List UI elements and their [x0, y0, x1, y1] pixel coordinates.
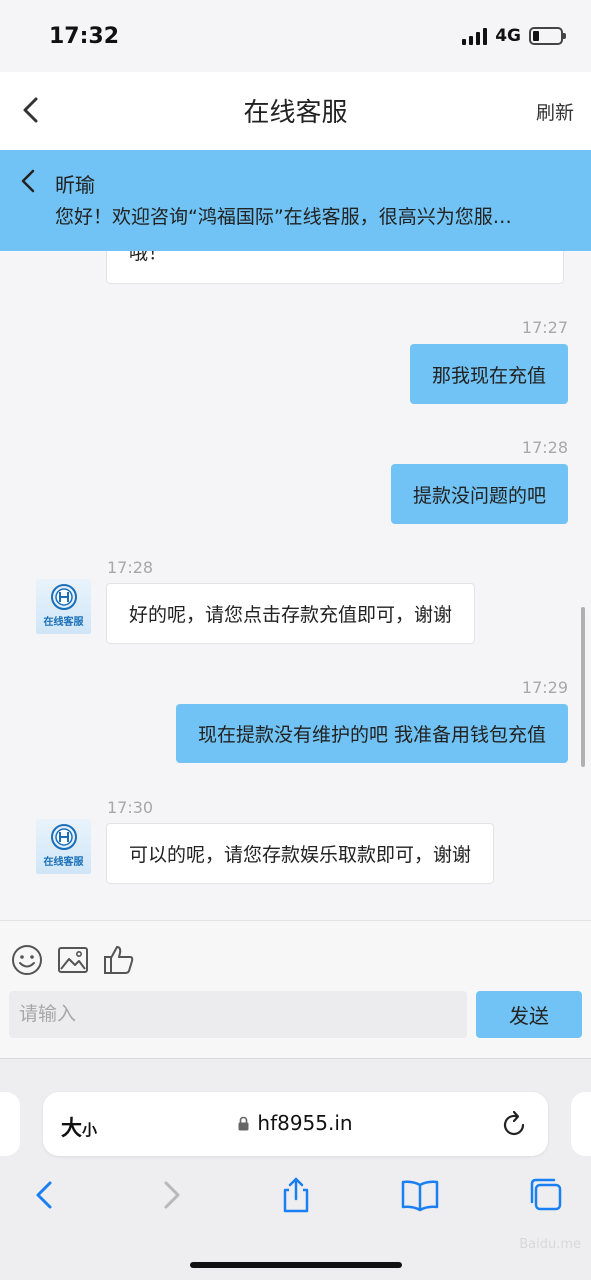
- incoming-message-bubble: 哦！: [106, 251, 564, 284]
- share-icon[interactable]: [276, 1175, 316, 1215]
- message-text: 好的呢，请您点击存款充值即可，谢谢: [129, 604, 453, 626]
- message-timestamp: 17:30: [107, 798, 154, 817]
- app-header: 在线客服 刷新: [0, 72, 591, 150]
- chat-area[interactable]: 哦！ 17:27 那我现在充值 17:28 提款没问题的吧 17:28 在线客服…: [0, 251, 591, 920]
- address-bar[interactable]: 大小 hf8955.in: [43, 1092, 548, 1156]
- message-timestamp: 17:28: [107, 558, 154, 577]
- url-display[interactable]: hf8955.in: [43, 1111, 548, 1135]
- message-text: 哦！: [129, 251, 168, 264]
- agent-avatar: 在线客服: [36, 579, 91, 634]
- message-timestamp: 17:27: [521, 318, 568, 337]
- message-timestamp: 17:29: [521, 678, 568, 697]
- outgoing-message-bubble: 那我现在充值: [409, 344, 568, 404]
- next-tab-preview[interactable]: [571, 1092, 591, 1156]
- previous-tab-preview[interactable]: [0, 1092, 20, 1156]
- thumbs-up-icon[interactable]: [102, 943, 136, 977]
- status-indicators: 4G: [462, 26, 566, 46]
- message-input[interactable]: [9, 991, 467, 1038]
- outgoing-message-bubble: 现在提款没有维护的吧 我准备用钱包充值: [175, 704, 568, 763]
- tabs-icon[interactable]: [526, 1175, 566, 1215]
- bookmarks-icon[interactable]: [400, 1175, 440, 1215]
- refresh-button[interactable]: 刷新: [536, 98, 574, 125]
- notice-banner[interactable]: 昕瑜 您好！欢迎咨询“鸿福国际”在线客服，很高兴为您服…: [0, 150, 591, 251]
- image-icon[interactable]: [56, 943, 90, 977]
- incoming-message-bubble: 好的呢，请您点击存款充值即可，谢谢: [106, 583, 476, 644]
- avatar-label: 在线客服: [43, 617, 84, 628]
- company-logo-icon: [50, 824, 77, 850]
- network-type: 4G: [495, 26, 521, 46]
- reload-icon[interactable]: [502, 1110, 528, 1138]
- avatar-label: 在线客服: [43, 857, 84, 868]
- message-text: 提款没问题的吧: [412, 484, 546, 507]
- message-timestamp: 17:28: [521, 438, 568, 457]
- url-text: hf8955.in: [257, 1111, 353, 1135]
- incoming-message-bubble: 可以的呢，请您存款娱乐取款即可，谢谢: [106, 823, 495, 884]
- outgoing-message-bubble: 提款没问题的吧: [390, 464, 568, 524]
- agent-avatar: 在线客服: [36, 819, 91, 874]
- message-text: 可以的呢，请您存款娱乐取款即可，谢谢: [129, 844, 472, 866]
- page-title: 在线客服: [243, 98, 348, 128]
- browser-toolbar: 大小 hf8955.in Baidu.me: [0, 1058, 591, 1280]
- message-text: 那我现在充值: [431, 364, 546, 387]
- watermark: Baidu.me: [519, 1237, 581, 1252]
- browser-back-icon[interactable]: [24, 1175, 64, 1215]
- chat-scrollbar[interactable]: [581, 607, 585, 767]
- company-logo-icon: [50, 584, 77, 610]
- battery-icon: [529, 27, 566, 45]
- send-button[interactable]: 发送: [476, 991, 582, 1038]
- browser-forward-icon[interactable]: [152, 1175, 192, 1215]
- agent-name: 昕瑜: [55, 173, 95, 197]
- status-time: 17:32: [49, 24, 120, 49]
- input-area: 发送: [0, 920, 591, 1058]
- collapse-chevron-icon[interactable]: [18, 168, 38, 194]
- notice-message: 您好！欢迎咨询“鸿福国际”在线客服，很高兴为您服…: [55, 206, 512, 228]
- message-text: 现在提款没有维护的吧 我准备用钱包充值: [197, 724, 546, 746]
- lock-icon: [238, 1116, 249, 1130]
- signal-icon: [462, 27, 488, 45]
- status-bar: 17:32 4G: [0, 0, 591, 72]
- home-indicator[interactable]: [190, 1262, 402, 1268]
- emoji-icon[interactable]: [10, 943, 44, 977]
